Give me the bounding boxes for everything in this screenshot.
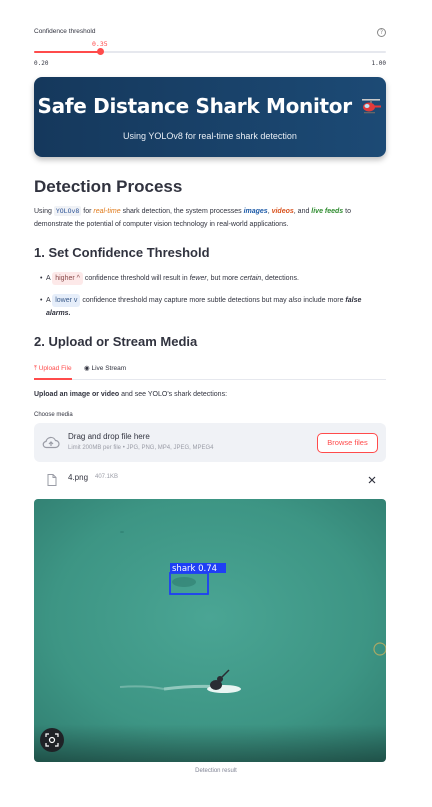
text: , but more: [206, 275, 241, 282]
text: , detections.: [261, 275, 299, 282]
also-text: also: [288, 297, 302, 304]
live-feeds-text: live feeds: [311, 208, 344, 215]
shark-shape: [172, 577, 196, 587]
intro-bold: Upload an image or video: [34, 391, 120, 398]
camera-icon: [45, 733, 59, 747]
detection-heading: Detection Process: [34, 177, 183, 196]
cloud-upload-icon: [42, 436, 60, 449]
text: shark detection, the system processes: [120, 208, 244, 215]
pill-label: higher: [55, 275, 75, 282]
header-banner: Safe Distance Shark Monitor Using YOLOv8…: [34, 77, 386, 157]
banner-title-text: Safe Distance Shark Monitor: [37, 94, 353, 118]
tab-label: Live Stream: [91, 365, 127, 372]
slider-label: Confidence threshold: [34, 28, 96, 35]
pill-label: lower: [55, 297, 72, 304]
banner-title: Safe Distance Shark Monitor: [34, 94, 386, 118]
videos-text: videos: [271, 208, 294, 215]
detection-result-image: shark 0.74: [34, 499, 386, 762]
dropzone-limit: Limit 200MB per file • JPG, PNG, MP4, JP…: [68, 445, 214, 451]
question-circle-icon[interactable]: ?: [377, 28, 386, 37]
slider-max-label: 1.00: [371, 60, 386, 67]
higher-pill: higher ^: [52, 272, 83, 285]
upload-intro: Upload an image or video and see YOLO's …: [34, 388, 374, 401]
slider-min-label: 0.20: [34, 60, 49, 67]
section2-heading: 2. Upload or Stream Media: [34, 334, 198, 349]
slider-fill: [34, 51, 100, 53]
certain-text: certain: [240, 275, 262, 282]
webcam-icon: ◉: [84, 365, 90, 372]
tab-upload-file[interactable]: ⤒ Upload File: [34, 364, 72, 380]
text: for: [81, 208, 94, 215]
banner-subtitle: Using YOLOv8 for real-time shark detecti…: [123, 131, 297, 141]
slider-value: 0.35: [92, 40, 108, 48]
images-text: images: [243, 208, 268, 215]
slider-track[interactable]: [34, 48, 386, 55]
close-icon[interactable]: [368, 476, 376, 484]
browse-files-button[interactable]: Browse files: [317, 433, 378, 453]
tab-label: Upload File: [38, 365, 72, 372]
confidence-slider: Confidence threshold ? 0.35 0.20 1.00: [34, 28, 386, 67]
uploaded-file-row: 4.png 407.1KB: [34, 470, 386, 488]
camera-scan-button[interactable]: [40, 728, 64, 752]
choose-media-label: Choose media: [34, 412, 73, 418]
image-caption: Detection result: [195, 768, 237, 774]
file-size: 407.1KB: [95, 474, 119, 480]
slider-thumb[interactable]: [96, 48, 104, 55]
tab-live-stream[interactable]: ◉ Live Stream: [84, 364, 126, 380]
file-dropzone[interactable]: Drag and drop file here Limit 200MB per …: [34, 423, 386, 462]
bullet-lower: A lower v confidence threshold may captu…: [40, 294, 386, 320]
realtime-text: real-time: [93, 208, 121, 215]
bullet-higher: A higher ^ confidence threshold will res…: [40, 272, 386, 285]
media-tabs: ⤒ Upload File ◉ Live Stream: [34, 364, 386, 380]
section1-heading: 1. Set Confidence Threshold: [34, 245, 210, 260]
text: include more: [301, 297, 346, 304]
intro-rest: and see YOLO's shark detections:: [119, 391, 228, 398]
ocean-scene: shark 0.74: [34, 499, 386, 762]
text: confidence threshold will result in: [82, 275, 190, 282]
fewer-text: fewer: [189, 275, 207, 282]
helicopter-icon: [362, 99, 382, 114]
code-yolo: YOLOv8: [53, 206, 82, 216]
text: Using: [34, 208, 54, 215]
upload-icon: ⤒: [34, 365, 37, 372]
file-icon: [47, 474, 57, 486]
detection-paragraph: Using YOLOv8 for real-time shark detecti…: [34, 205, 374, 231]
detection-label: shark 0.74: [172, 564, 217, 574]
text: , and: [293, 208, 312, 215]
text: confidence threshold may capture more su…: [80, 297, 289, 304]
dropzone-title: Drag and drop file here: [68, 432, 150, 441]
lower-pill: lower v: [52, 294, 81, 307]
file-name: 4.png: [68, 473, 89, 482]
